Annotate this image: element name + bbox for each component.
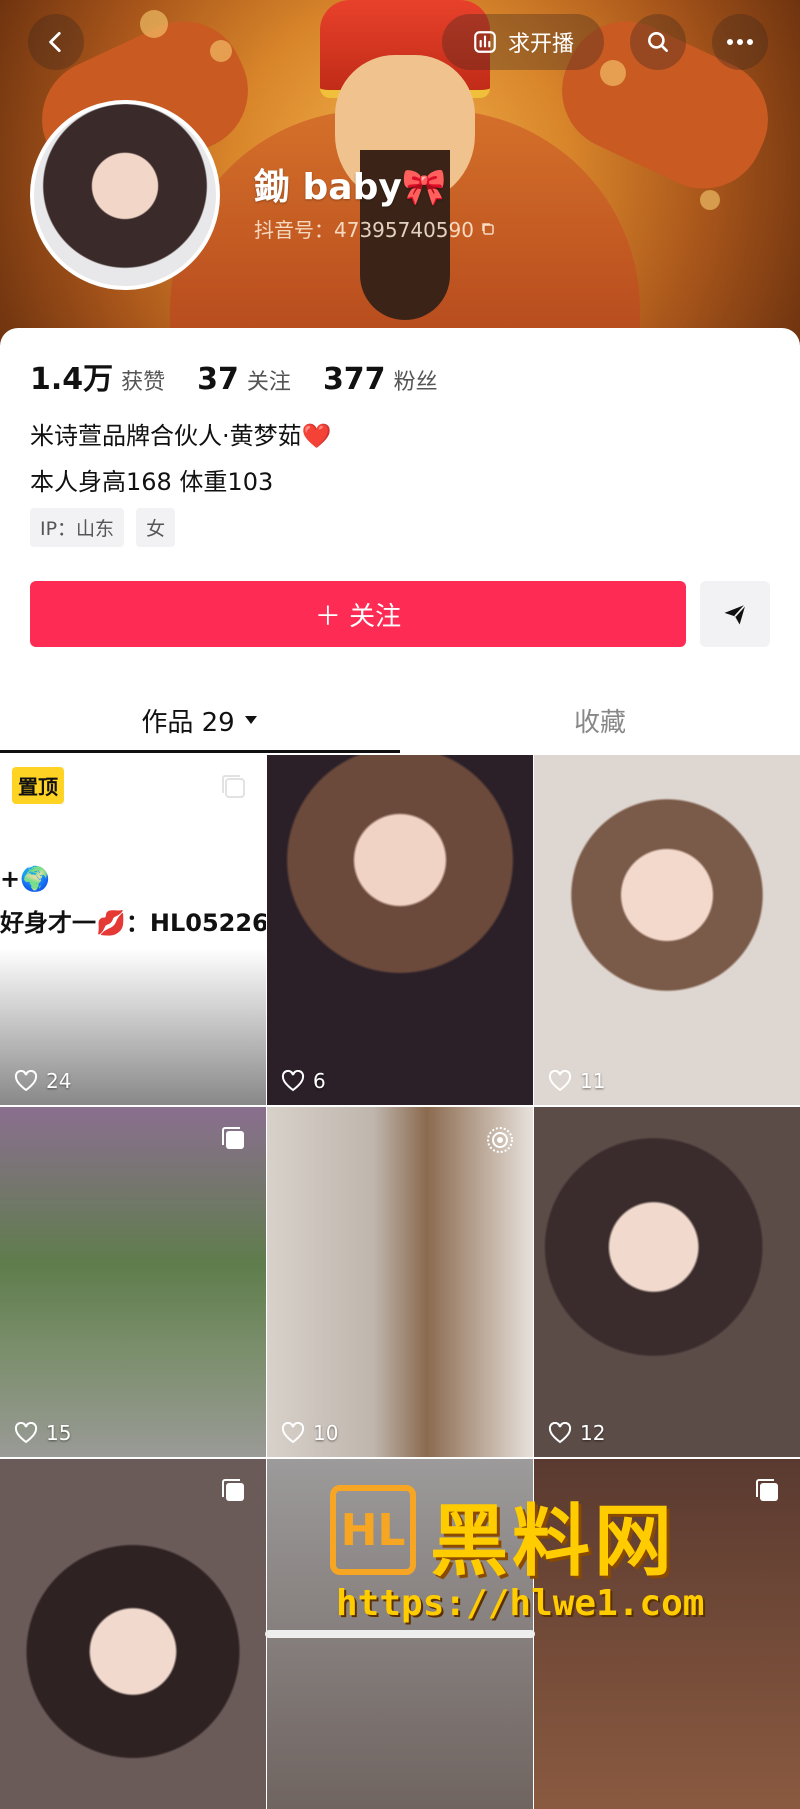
live-photo-icon <box>487 1127 513 1153</box>
tag-gender: 女 <box>136 508 176 547</box>
tab-works-label: 作品 29 <box>141 707 235 738</box>
post-tile[interactable]: 15 <box>0 1107 266 1457</box>
multi-image-icon <box>222 775 245 798</box>
watermark-logo: HL <box>330 1485 416 1575</box>
douyin-id[interactable]: 抖音号：47395740590 <box>254 214 496 243</box>
avatar[interactable] <box>30 100 220 290</box>
banner-coin <box>700 190 720 210</box>
stat-following[interactable]: 37 关注 <box>197 362 291 397</box>
stat-label: 粉丝 <box>393 370 438 395</box>
back-button[interactable] <box>28 14 84 70</box>
request-live-button[interactable]: 求开播 <box>442 14 604 70</box>
post-tile[interactable]: 置顶 +🌍 好身才一💋：HL052266 24 <box>0 755 266 1105</box>
profile-tags: IP：山东 女 <box>30 508 176 547</box>
stat-likes[interactable]: 1.4万 获赞 <box>30 354 165 398</box>
post-caption: +🌍 <box>0 865 50 893</box>
post-likes: 6 <box>281 1069 326 1093</box>
tag-ip: IP：山东 <box>30 508 125 547</box>
bio-line-1: 米诗萱品牌合伙人·黄梦茹❤️ <box>30 422 332 450</box>
watermark-title: 黑料网 <box>430 1497 677 1587</box>
profile-name: 鋤 baby🎀 <box>254 167 447 208</box>
post-likes: 24 <box>14 1069 71 1093</box>
post-tile[interactable]: 12 <box>534 1107 800 1457</box>
post-tile[interactable]: 11 <box>534 755 800 1105</box>
watermark: HL 黑料网 https://hlwe1.com <box>330 1485 770 1645</box>
pinned-badge: 置顶 <box>12 767 64 804</box>
search-icon <box>648 32 668 52</box>
multi-image-icon <box>222 1479 244 1501</box>
post-caption: 好身才一💋：HL052266 <box>0 909 266 937</box>
post-like-count: 11 <box>580 1069 606 1093</box>
paper-plane-icon <box>724 604 747 625</box>
douyin-id-text: 抖音号：47395740590 <box>254 218 474 242</box>
post-likes: 12 <box>548 1421 605 1445</box>
caret-down-icon <box>244 716 257 724</box>
more-icon <box>727 39 753 45</box>
follow-button[interactable]: ＋ 关注 <box>30 581 686 647</box>
post-tile[interactable] <box>0 1459 266 1809</box>
post-like-count: 15 <box>46 1421 72 1445</box>
banner-coin <box>210 40 232 62</box>
request-live-label: 求开播 <box>507 32 574 57</box>
tab-active-indicator <box>0 750 400 753</box>
banner-coin <box>140 10 168 38</box>
stat-label: 关注 <box>246 370 291 395</box>
stat-label: 获赞 <box>121 370 166 395</box>
tab-favorites[interactable]: 收藏 <box>400 696 800 744</box>
post-like-count: 10 <box>313 1421 339 1445</box>
post-tile[interactable]: 10 <box>267 1107 533 1457</box>
post-like-count: 6 <box>313 1069 326 1093</box>
posts-grid: 置顶 +🌍 好身才一💋：HL052266 24 6 11 15 10 12 <box>0 755 800 1809</box>
heart-icon <box>14 1070 38 1092</box>
heart-icon <box>548 1070 572 1092</box>
more-button[interactable] <box>712 14 768 70</box>
profile-card: 1.4万 获赞 37 关注 377 粉丝 米诗萱品牌合伙人·黄梦茹❤️ 本人身高168… <box>0 328 800 1809</box>
post-likes: 11 <box>548 1069 605 1093</box>
stat-number: 377 <box>322 362 386 397</box>
home-indicator[interactable] <box>265 1630 535 1638</box>
copy-icon <box>482 222 494 235</box>
post-likes: 15 <box>14 1421 71 1445</box>
tab-works[interactable]: 作品 29 <box>0 696 400 744</box>
stat-followers[interactable]: 377 粉丝 <box>323 362 438 397</box>
heart-icon <box>281 1070 305 1092</box>
post-like-count: 12 <box>580 1421 606 1445</box>
banner-coin <box>600 60 626 86</box>
stat-number: 1.4万 <box>30 362 114 397</box>
send-message-button[interactable] <box>700 581 770 647</box>
post-tile[interactable]: 6 <box>267 755 533 1105</box>
post-likes: 10 <box>281 1421 338 1445</box>
chevron-left-icon <box>49 31 61 53</box>
bio-line-2: 本人身高168 体重103 <box>30 468 274 496</box>
post-like-count: 24 <box>46 1069 72 1093</box>
search-button[interactable] <box>630 14 686 70</box>
heart-icon <box>14 1422 38 1444</box>
watermark-url: https://hlwe1.com <box>336 1583 705 1624</box>
stat-number: 37 <box>197 362 239 397</box>
profile-stats: 1.4万 获赞 37 关注 377 粉丝 <box>30 354 438 398</box>
heart-icon <box>281 1422 305 1444</box>
multi-image-icon <box>222 1127 244 1149</box>
heart-icon <box>548 1422 572 1444</box>
chart-icon <box>474 31 496 53</box>
